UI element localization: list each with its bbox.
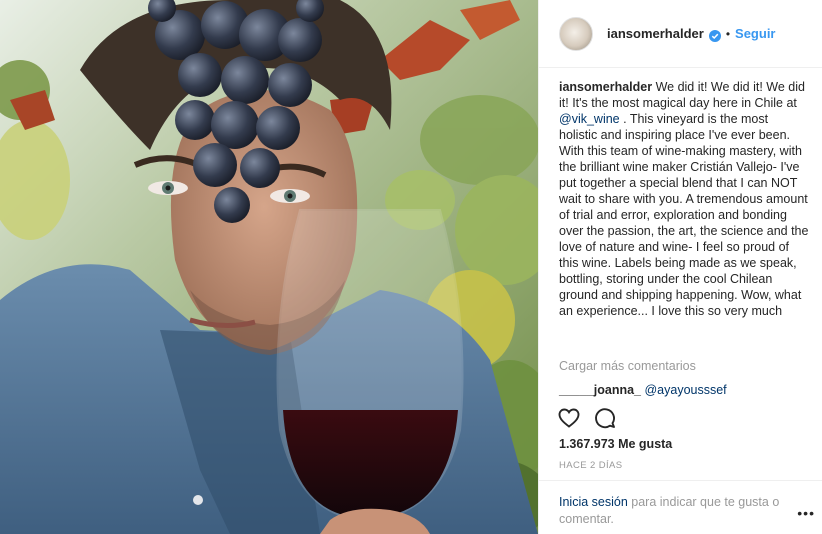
caption-mention-link[interactable]: @vik_wine <box>559 112 620 126</box>
post-photo-illustration <box>0 0 538 534</box>
heart-icon[interactable] <box>557 406 581 430</box>
comment-username[interactable]: _____joanna_ <box>559 383 641 397</box>
post-caption: iansomerhalder We did it! We did it! We … <box>559 79 809 319</box>
username-link[interactable]: iansomerhalder <box>607 26 704 41</box>
comment-item: _____joanna_ @ayayousssef <box>559 383 727 397</box>
more-options-icon[interactable]: ••• <box>797 505 815 521</box>
post-header: iansomerhalder • Seguir <box>539 0 822 68</box>
post-side-panel: iansomerhalder • Seguir iansomerhalder W… <box>538 0 822 534</box>
comment-bubble-icon[interactable] <box>593 406 617 430</box>
header-separator: • <box>725 26 731 41</box>
login-prompt: Inicia sesión para indicar que te gusta … <box>539 480 822 534</box>
caption-text-part2: . This vineyard is the most holistic and… <box>559 112 809 318</box>
post-actions <box>557 404 629 432</box>
caption-username[interactable]: iansomerhalder <box>559 80 652 94</box>
like-count[interactable]: 1.367.973 Me gusta <box>559 437 672 451</box>
post-photo[interactable] <box>0 0 538 534</box>
post-timestamp: HACE 2 DÍAS <box>559 460 623 471</box>
load-more-comments-button[interactable]: Cargar más comentarios <box>559 359 696 373</box>
login-link[interactable]: Inicia sesión <box>559 495 628 509</box>
verified-badge-icon <box>708 29 721 42</box>
login-prompt-text: Inicia sesión para indicar que te gusta … <box>559 494 789 528</box>
comment-mention-link[interactable]: @ayayousssef <box>644 383 726 397</box>
follow-button[interactable]: Seguir <box>735 26 775 41</box>
avatar[interactable] <box>559 16 593 51</box>
